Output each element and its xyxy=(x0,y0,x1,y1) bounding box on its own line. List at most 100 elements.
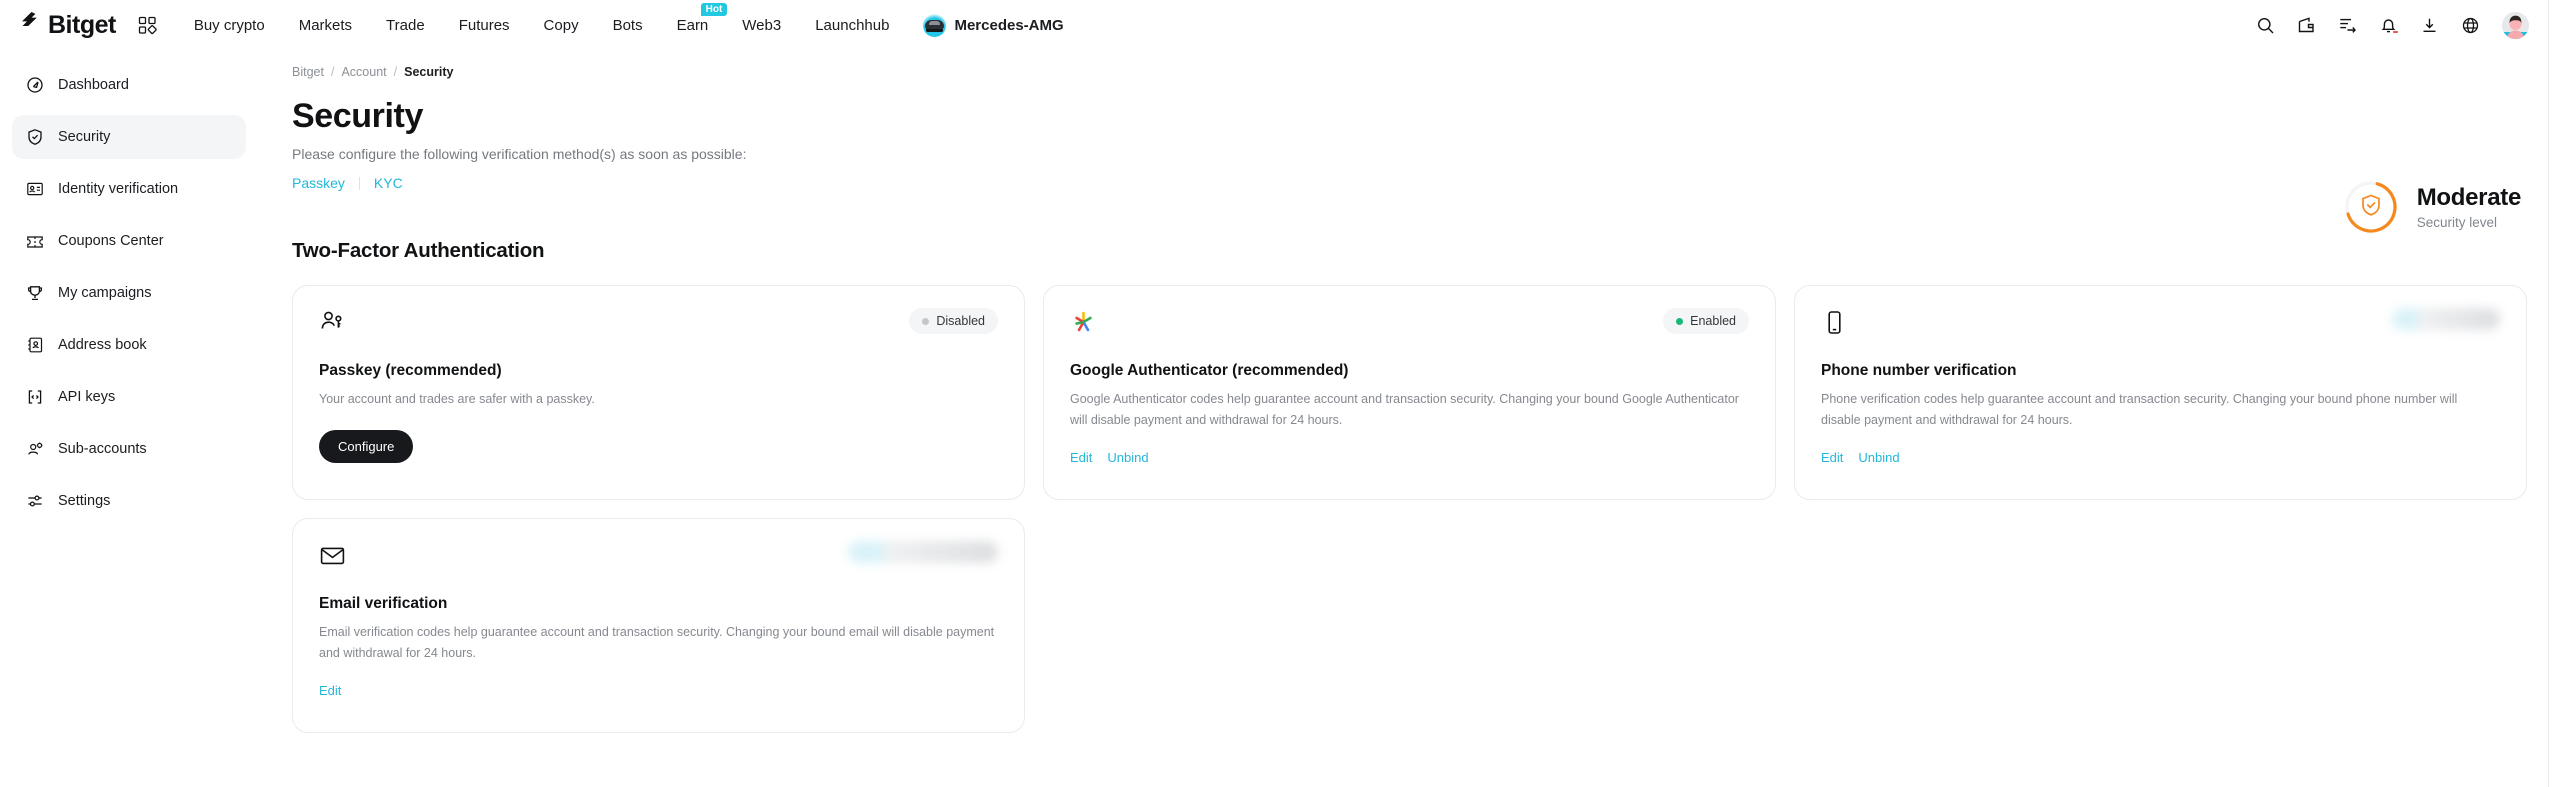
card-header xyxy=(319,541,998,581)
sidebar-item-api-keys[interactable]: API keys xyxy=(12,375,246,419)
nav-item-markets[interactable]: Markets xyxy=(282,0,369,51)
user-avatar[interactable] xyxy=(2502,12,2529,39)
sidebar-item-settings[interactable]: Settings xyxy=(12,479,246,523)
status-badge-passkey: Disabled xyxy=(909,308,998,334)
search-icon[interactable] xyxy=(2256,16,2275,35)
status-label: Disabled xyxy=(936,314,985,328)
language-globe-icon[interactable] xyxy=(2461,16,2480,35)
sidebar-item-label: Dashboard xyxy=(58,77,129,93)
security-level-value: Moderate xyxy=(2416,184,2522,211)
card-header: Enabled xyxy=(1070,308,1749,348)
sidebar-item-sub-accounts[interactable]: Sub-accounts xyxy=(12,427,246,471)
page-body: Dashboard Security Identity verification xyxy=(0,51,2557,787)
sidebar-item-my-campaigns[interactable]: My campaigns xyxy=(12,271,246,315)
amg-car-icon xyxy=(923,14,947,37)
card-actions: Configure xyxy=(319,429,998,463)
sidebar-item-label: Coupons Center xyxy=(58,233,164,249)
breadcrumb-separator: / xyxy=(330,65,335,79)
trophy-icon xyxy=(26,284,44,302)
configure-button[interactable]: Configure xyxy=(319,429,414,463)
card-google-authenticator: Enabled Google Authenticator (recommende… xyxy=(1043,285,1776,500)
download-icon[interactable] xyxy=(2420,16,2439,35)
nav-label: Trade xyxy=(386,17,425,34)
sidebar-item-security[interactable]: Security xyxy=(12,115,246,159)
ticket-icon xyxy=(26,232,44,250)
nav-label: Bots xyxy=(612,17,643,34)
sidebar-item-label: Security xyxy=(58,129,111,145)
id-card-icon xyxy=(26,180,44,198)
phone-icon xyxy=(1821,308,1849,336)
breadcrumb: Bitget / Account / Security xyxy=(292,65,2527,79)
page-scrollbar[interactable] xyxy=(2548,0,2557,787)
sidebar-item-label: Settings xyxy=(58,493,111,509)
card-title: Phone number verification xyxy=(1821,362,2017,379)
nav-item-launchhub[interactable]: Launchhub xyxy=(798,0,906,51)
nav-item-buy-crypto[interactable]: Buy crypto xyxy=(177,0,282,51)
card-header: Disabled xyxy=(319,308,998,348)
card-description: Google Authenticator codes help guarante… xyxy=(1070,392,1739,427)
address-book-icon xyxy=(26,336,44,354)
quick-link-kyc[interactable]: KYC xyxy=(374,175,403,191)
code-brackets-icon xyxy=(26,388,44,406)
orders-icon[interactable] xyxy=(2338,16,2357,35)
breadcrumb-item-account[interactable]: Account xyxy=(341,65,386,79)
page-title: Security xyxy=(292,97,423,135)
breadcrumb-item-bitget[interactable]: Bitget xyxy=(292,65,324,79)
wallet-icon[interactable] xyxy=(2297,16,2316,35)
notification-dot xyxy=(2393,30,2398,33)
card-actions: Edit Unbind xyxy=(1070,450,1749,465)
nav-item-bots[interactable]: Bots xyxy=(596,0,660,51)
card-email: Email verification Email verification co… xyxy=(292,518,1025,733)
card-description: Phone verification codes help guarantee … xyxy=(1821,392,2458,427)
breadcrumb-item-security: Security xyxy=(404,65,454,79)
nav-item-trade[interactable]: Trade xyxy=(369,0,442,51)
sidebar-item-coupons-center[interactable]: Coupons Center xyxy=(12,219,246,263)
sidebar-item-label: My campaigns xyxy=(58,285,152,301)
card-header xyxy=(1821,308,2500,348)
card-description: Email verification codes help guarantee … xyxy=(319,625,995,660)
breadcrumb-separator: / xyxy=(393,65,398,79)
nav-item-mercedes-amg[interactable]: Mercedes-AMG xyxy=(906,14,1080,37)
sidebar-item-identity-verification[interactable]: Identity verification xyxy=(12,167,246,211)
unbind-link[interactable]: Unbind xyxy=(1858,450,1899,465)
bitget-logo[interactable]: Bitget xyxy=(18,9,116,42)
nav-item-web3[interactable]: Web3 xyxy=(725,0,798,51)
card-description: Your account and trades are safer with a… xyxy=(319,392,595,406)
sidebar-item-dashboard[interactable]: Dashboard xyxy=(12,63,246,107)
card-title: Google Authenticator (recommended) xyxy=(1070,362,1349,379)
edit-link[interactable]: Edit xyxy=(1821,450,1843,465)
nav-label: Mercedes-AMG xyxy=(954,17,1064,34)
sidebar-item-label: API keys xyxy=(58,389,116,405)
google-authenticator-icon xyxy=(1070,308,1098,336)
main-navigation: Buy crypto Markets Trade Futures Copy Bo… xyxy=(177,0,1081,51)
nav-label: Web3 xyxy=(742,17,782,34)
nav-label: Earn xyxy=(676,17,709,34)
status-badge-email xyxy=(848,541,998,563)
quick-link-passkey[interactable]: Passkey xyxy=(292,175,345,191)
card-actions: Edit xyxy=(319,683,998,698)
card-passkey: Disabled Passkey (recommended) Your acco… xyxy=(292,285,1025,500)
security-level-ring xyxy=(2343,179,2399,235)
edit-link[interactable]: Edit xyxy=(319,683,341,698)
nav-label: Copy xyxy=(543,17,579,34)
notification-bell-icon[interactable] xyxy=(2379,16,2398,35)
security-level-caption: Security level xyxy=(2416,215,2497,230)
nav-item-earn[interactable]: Earn Hot xyxy=(660,0,728,51)
status-dot xyxy=(922,317,930,325)
users-gear-icon xyxy=(26,440,44,458)
nav-item-copy[interactable]: Copy xyxy=(527,0,596,51)
edit-link[interactable]: Edit xyxy=(1070,450,1092,465)
bitget-wordmark: Bitget xyxy=(48,11,116,39)
nav-item-futures[interactable]: Futures xyxy=(442,0,527,51)
card-title: Passkey (recommended) xyxy=(319,362,502,379)
grid-apps-icon[interactable] xyxy=(138,16,157,35)
security-level-text: Moderate Security level xyxy=(2416,184,2522,230)
nav-label: Markets xyxy=(298,17,353,34)
nav-label: Buy crypto xyxy=(193,17,265,34)
page-subtitle: Please configure the following verificat… xyxy=(292,146,747,162)
unbind-link[interactable]: Unbind xyxy=(1107,450,1148,465)
compass-icon xyxy=(26,76,44,94)
quick-links: Passkey KYC xyxy=(292,175,2527,191)
sidebar-item-address-book[interactable]: Address book xyxy=(12,323,246,367)
sidebar-item-label: Identity verification xyxy=(58,181,179,197)
